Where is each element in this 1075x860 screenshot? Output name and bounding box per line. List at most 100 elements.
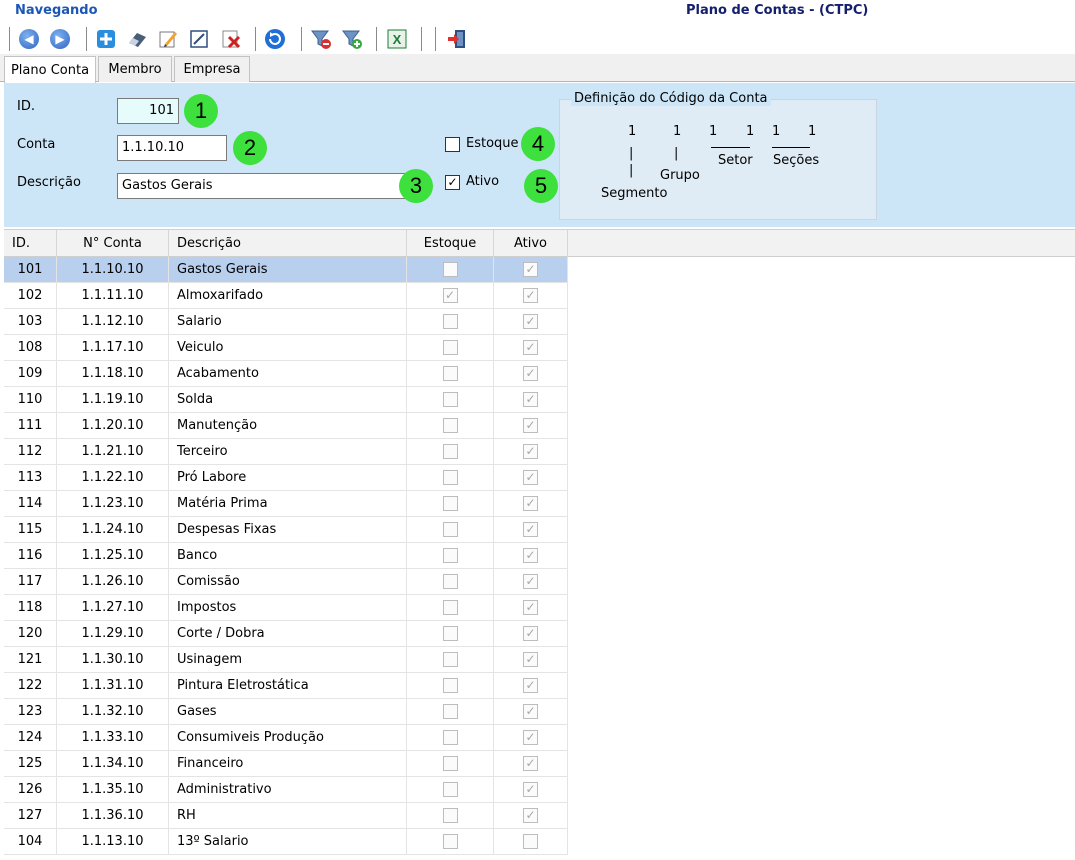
estoque-cell-checkbox[interactable] (442, 470, 458, 485)
table-row[interactable]: 101 1.1.10.10 Gastos Gerais ✓ (4, 257, 568, 283)
digit-secoes-1: 1 (772, 124, 781, 139)
ativo-cell-checkbox[interactable]: ✓ (523, 522, 538, 537)
table-row[interactable]: 117 1.1.26.10 Comissão ✓ (4, 569, 568, 595)
table-row[interactable]: 116 1.1.25.10 Banco ✓ (4, 543, 568, 569)
table-row[interactable]: 121 1.1.30.10 Usinagem ✓ (4, 647, 568, 673)
estoque-cell-checkbox[interactable] (442, 782, 458, 797)
estoque-cell-checkbox[interactable] (442, 392, 458, 407)
table-row[interactable]: 122 1.1.31.10 Pintura Eletrostática ✓ (4, 673, 568, 699)
ativo-cell-checkbox[interactable]: ✓ (523, 392, 538, 407)
col-header-ativo[interactable]: Ativo (494, 230, 568, 257)
ativo-cell-checkbox[interactable]: ✓ (523, 756, 538, 771)
ativo-cell-checkbox[interactable]: ✓ (523, 288, 538, 303)
estoque-cell-checkbox[interactable] (442, 444, 458, 459)
estoque-cell-checkbox[interactable] (442, 626, 458, 641)
cell-descricao: Usinagem (169, 647, 407, 672)
conta-field[interactable]: 1.1.10.10 (117, 135, 227, 161)
ativo-cell-checkbox[interactable]: ✓ (523, 704, 538, 719)
table-row[interactable]: 123 1.1.32.10 Gases ✓ (4, 699, 568, 725)
table-row[interactable]: 120 1.1.29.10 Corte / Dobra ✓ (4, 621, 568, 647)
ativo-cell-checkbox[interactable]: ✓ (523, 548, 538, 563)
col-header-conta[interactable]: N° Conta (57, 230, 169, 257)
table-row[interactable]: 113 1.1.22.10 Pró Labore ✓ (4, 465, 568, 491)
export-excel-button[interactable]: X (384, 26, 410, 52)
ativo-cell-checkbox[interactable]: ✓ (523, 418, 538, 433)
table-row[interactable]: 114 1.1.23.10 Matéria Prima ✓ (4, 491, 568, 517)
ativo-cell-checkbox[interactable]: ✓ (523, 652, 538, 667)
ativo-cell-checkbox[interactable]: ✓ (523, 626, 538, 641)
table-row[interactable]: 102 1.1.11.10 Almoxarifado ✓ ✓ (4, 283, 568, 309)
ativo-cell-checkbox[interactable]: ✓ (523, 444, 538, 459)
ativo-cell-checkbox[interactable]: ✓ (523, 262, 538, 277)
cell-estoque (407, 465, 494, 490)
table-row[interactable]: 126 1.1.35.10 Administrativo ✓ (4, 777, 568, 803)
table-row[interactable]: 109 1.1.18.10 Acabamento ✓ (4, 361, 568, 387)
estoque-cell-checkbox[interactable] (442, 548, 458, 563)
estoque-cell-checkbox[interactable] (442, 678, 458, 693)
remove-filter-button[interactable] (308, 26, 334, 52)
ativo-cell-checkbox[interactable]: ✓ (523, 782, 538, 797)
estoque-cell-checkbox[interactable] (442, 652, 458, 667)
ativo-checkbox[interactable]: ✓ (445, 175, 460, 190)
ativo-cell-checkbox[interactable]: ✓ (523, 340, 538, 355)
estoque-cell-checkbox[interactable] (442, 366, 458, 381)
tab-plano-conta[interactable]: Plano Conta (4, 56, 96, 83)
table-row[interactable]: 110 1.1.19.10 Solda ✓ (4, 387, 568, 413)
table-row[interactable]: 118 1.1.27.10 Impostos ✓ (4, 595, 568, 621)
refresh-button[interactable] (262, 26, 288, 52)
table-row[interactable]: 115 1.1.24.10 Despesas Fixas ✓ (4, 517, 568, 543)
ativo-cell-checkbox[interactable] (523, 834, 538, 849)
cell-id: 112 (4, 439, 57, 464)
tab-membro[interactable]: Membro (98, 56, 172, 82)
id-field[interactable]: 101 (117, 98, 179, 124)
ativo-cell-checkbox[interactable]: ✓ (523, 314, 538, 329)
ativo-cell-checkbox[interactable]: ✓ (523, 366, 538, 381)
table-row[interactable]: 124 1.1.33.10 Consumiveis Produção ✓ (4, 725, 568, 751)
accounts-grid[interactable]: ID. N° Conta Descrição Estoque Ativo 101… (4, 229, 1075, 860)
previous-button[interactable]: ◀ (16, 26, 42, 52)
table-row[interactable]: 103 1.1.12.10 Salario ✓ (4, 309, 568, 335)
tab-empresa[interactable]: Empresa (174, 56, 250, 82)
ativo-cell-checkbox[interactable]: ✓ (523, 600, 538, 615)
estoque-cell-checkbox[interactable] (442, 418, 458, 433)
clear-button[interactable] (124, 26, 150, 52)
add-filter-button[interactable] (339, 26, 365, 52)
ativo-cell-checkbox[interactable]: ✓ (523, 496, 538, 511)
col-header-descricao[interactable]: Descrição (169, 230, 407, 257)
estoque-cell-checkbox[interactable] (442, 496, 458, 511)
estoque-cell-checkbox[interactable] (442, 314, 458, 329)
next-button[interactable]: ▶ (47, 26, 73, 52)
col-header-id[interactable]: ID. (4, 230, 57, 257)
ativo-cell-checkbox[interactable]: ✓ (523, 730, 538, 745)
col-header-estoque[interactable]: Estoque (407, 230, 494, 257)
table-row[interactable]: 108 1.1.17.10 Veiculo ✓ (4, 335, 568, 361)
table-row[interactable]: 112 1.1.21.10 Terceiro ✓ (4, 439, 568, 465)
estoque-cell-checkbox[interactable] (442, 574, 458, 589)
edit-button[interactable] (155, 26, 181, 52)
estoque-cell-checkbox[interactable] (442, 704, 458, 719)
ativo-cell-checkbox[interactable]: ✓ (523, 470, 538, 485)
table-row[interactable]: 125 1.1.34.10 Financeiro ✓ (4, 751, 568, 777)
estoque-cell-checkbox[interactable] (442, 262, 458, 277)
estoque-cell-checkbox[interactable] (442, 834, 458, 849)
ativo-cell-checkbox[interactable]: ✓ (523, 808, 538, 823)
descricao-field[interactable]: Gastos Gerais (117, 173, 409, 199)
estoque-cell-checkbox[interactable] (442, 340, 458, 355)
estoque-cell-checkbox[interactable] (442, 808, 458, 823)
toolbar-separator (9, 27, 10, 51)
estoque-cell-checkbox[interactable]: ✓ (442, 288, 458, 303)
exit-button[interactable] (444, 26, 470, 52)
table-row[interactable]: 111 1.1.20.10 Manutenção ✓ (4, 413, 568, 439)
ativo-cell-checkbox[interactable]: ✓ (523, 678, 538, 693)
estoque-checkbox[interactable] (445, 137, 460, 152)
estoque-cell-checkbox[interactable] (442, 600, 458, 615)
table-row[interactable]: 104 1.1.13.10 13º Salario (4, 829, 568, 855)
estoque-cell-checkbox[interactable] (442, 522, 458, 537)
delete-button[interactable] (218, 26, 244, 52)
estoque-cell-checkbox[interactable] (442, 730, 458, 745)
estoque-cell-checkbox[interactable] (442, 756, 458, 771)
new-record-button[interactable] (93, 26, 119, 52)
table-row[interactable]: 127 1.1.36.10 RH ✓ (4, 803, 568, 829)
edit-form-button[interactable] (186, 26, 212, 52)
ativo-cell-checkbox[interactable]: ✓ (523, 574, 538, 589)
